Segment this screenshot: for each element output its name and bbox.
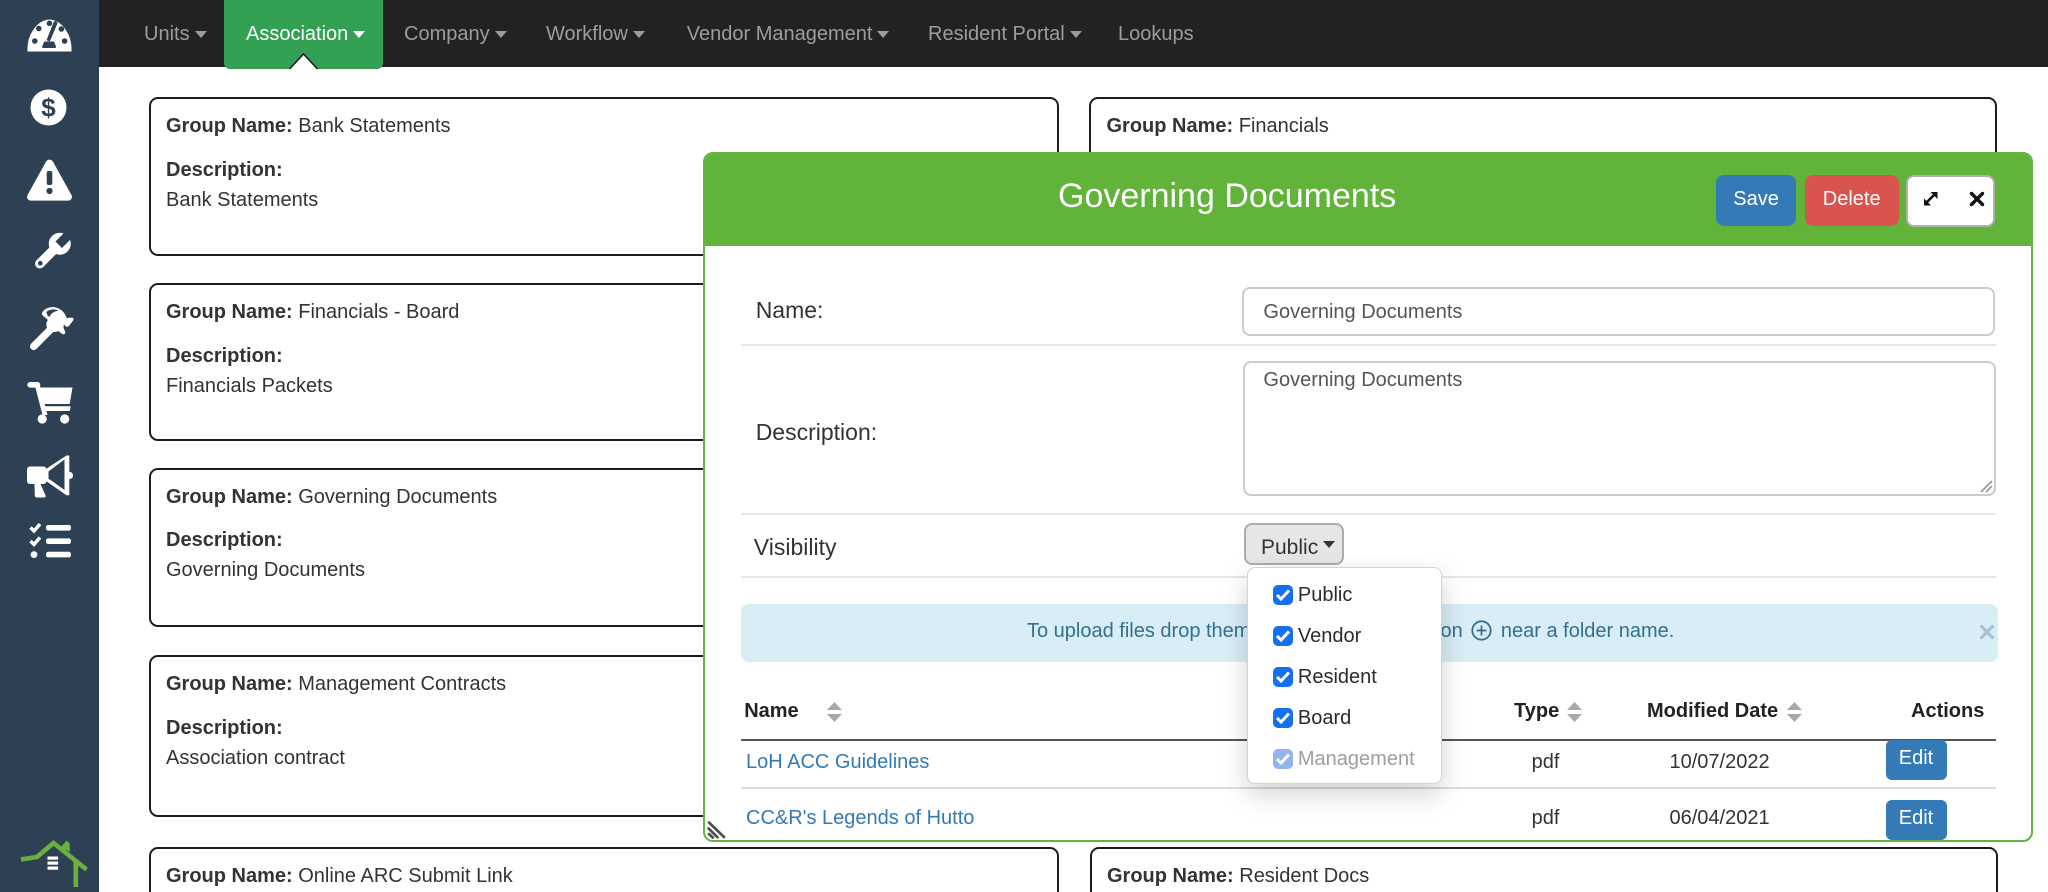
svg-text:$: $	[41, 93, 56, 123]
